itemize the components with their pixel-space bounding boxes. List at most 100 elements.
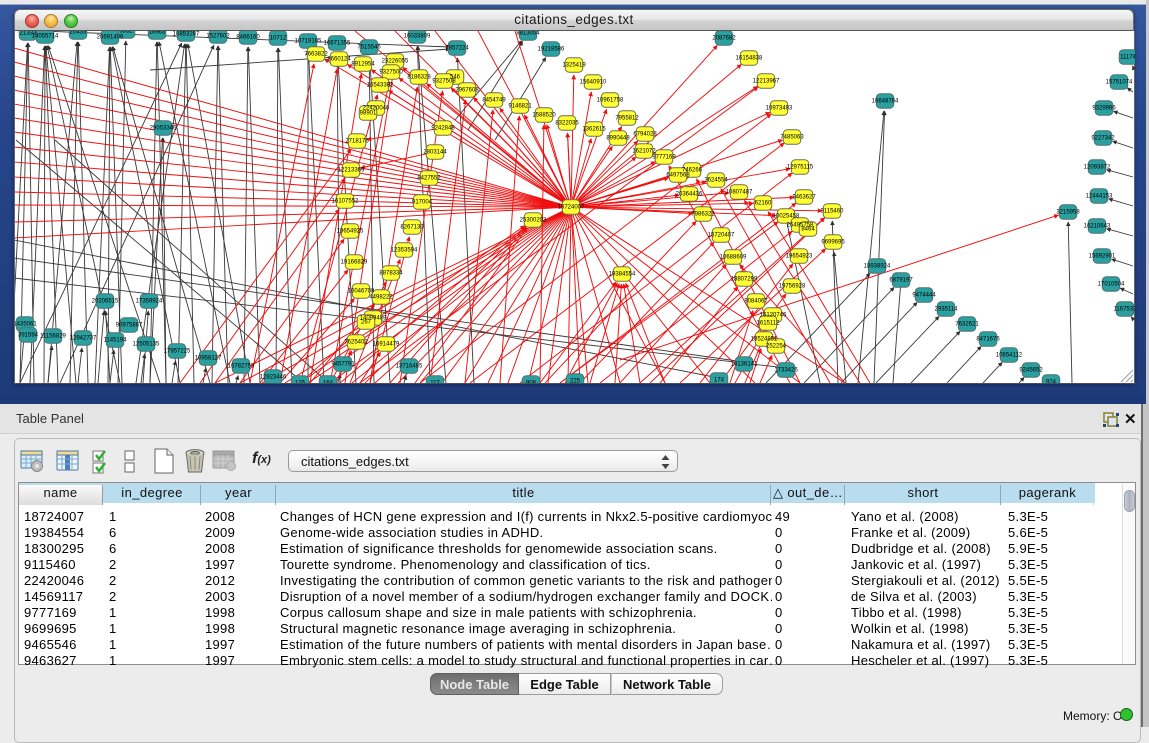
svg-text:7857224: 7857224	[445, 46, 469, 52]
svg-text:10654112: 10654112	[996, 353, 1023, 359]
svg-text:23226055: 23226055	[382, 59, 409, 65]
svg-text:8267130: 8267130	[400, 225, 424, 231]
svg-text:2967608: 2967608	[455, 88, 479, 94]
svg-text:20206515: 20206515	[92, 299, 119, 305]
svg-text:12975115: 12975115	[787, 165, 814, 171]
svg-text:12213369: 12213369	[338, 168, 365, 174]
svg-text:98901: 98901	[360, 111, 377, 117]
svg-text:9242848: 9242848	[431, 126, 455, 132]
svg-text:8990448: 8990448	[606, 136, 630, 142]
svg-text:20364436: 20364436	[676, 192, 703, 198]
svg-text:8322035: 8322035	[555, 121, 579, 127]
svg-text:16154838: 16154838	[736, 56, 763, 62]
svg-text:16963: 16963	[149, 31, 166, 36]
svg-text:8454749: 8454749	[482, 98, 506, 104]
svg-text:6497568: 6497568	[666, 173, 690, 179]
svg-text:12823446: 12823446	[260, 375, 287, 381]
svg-text:11174: 11174	[1120, 55, 1135, 61]
svg-text:29053346: 29053346	[150, 126, 177, 132]
svg-text:6794028: 6794028	[633, 132, 657, 138]
svg-text:15751074: 15751074	[1106, 80, 1133, 86]
svg-text:164: 164	[323, 381, 334, 384]
svg-text:9862: 9862	[119, 31, 133, 35]
svg-text:19384554: 19384554	[609, 272, 636, 278]
svg-text:16210643: 16210643	[1084, 224, 1111, 230]
svg-text:12444153: 12444153	[1086, 194, 1113, 200]
svg-text:9327500: 9327500	[379, 70, 403, 76]
svg-text:1167533: 1167533	[1114, 307, 1135, 313]
svg-text:14136141: 14136141	[731, 362, 758, 368]
svg-text:9463627: 9463627	[792, 195, 816, 201]
svg-text:2087682: 2087682	[712, 36, 736, 42]
svg-text:19654925: 19654925	[337, 229, 364, 235]
svg-text:9115460: 9115460	[821, 209, 845, 215]
svg-text:2718176: 2718176	[345, 139, 369, 145]
svg-text:1615112: 1615112	[757, 321, 781, 327]
svg-text:9457791: 9457791	[331, 362, 355, 368]
svg-text:908: 908	[526, 381, 537, 384]
svg-text:7515546: 7515546	[357, 45, 381, 51]
svg-text:25300203: 25300203	[520, 218, 547, 224]
svg-text:13716485: 13716485	[396, 364, 423, 370]
svg-text:16543382: 16543382	[367, 83, 394, 89]
svg-text:19654923: 19654923	[786, 254, 813, 260]
svg-text:7485063: 7485063	[780, 135, 804, 141]
svg-text:125: 125	[295, 381, 306, 384]
svg-text:18524851: 18524851	[751, 337, 778, 343]
svg-text:18807299: 18807299	[731, 277, 758, 283]
svg-text:8660124: 8660124	[327, 57, 351, 63]
svg-text:9699695: 9699695	[821, 240, 845, 246]
svg-text:1435061: 1435061	[15, 322, 37, 328]
svg-text:252254: 252254	[766, 344, 787, 350]
svg-text:15692901: 15692901	[1089, 254, 1116, 260]
svg-text:3624554: 3624554	[704, 178, 728, 184]
svg-text:20691406: 20691406	[97, 35, 124, 41]
svg-text:17010504: 17010504	[1098, 282, 1125, 288]
svg-text:2935114: 2935114	[935, 307, 959, 313]
svg-text:1362615: 1362615	[582, 127, 606, 133]
svg-text:10958127: 10958127	[195, 356, 222, 362]
svg-text:7625402: 7625402	[344, 340, 368, 346]
svg-text:16782759: 16782759	[228, 364, 255, 370]
svg-text:9329966: 9329966	[1092, 106, 1116, 112]
svg-text:15640910: 15640910	[580, 80, 607, 86]
svg-text:9777169: 9777169	[652, 155, 676, 161]
svg-text:15720407: 15720407	[708, 233, 735, 239]
svg-text:17359924: 17359924	[136, 299, 163, 305]
svg-text:1733426: 1733426	[774, 368, 798, 374]
svg-text:10688609: 10688609	[720, 255, 747, 261]
svg-text:10973493: 10973493	[766, 106, 793, 112]
svg-text:7955812: 7955812	[615, 116, 639, 122]
svg-text:9227342: 9227342	[1091, 136, 1115, 142]
svg-text:924: 924	[1046, 380, 1057, 384]
svg-text:8878334: 8878334	[379, 271, 403, 277]
svg-text:17957225: 17957225	[164, 349, 191, 355]
svg-text:917004: 917004	[412, 200, 433, 206]
svg-text:7986322: 7986322	[691, 212, 715, 218]
svg-text:9146821: 9146821	[508, 104, 532, 110]
svg-text:9245652: 9245652	[1019, 368, 1043, 374]
svg-text:8464: 8464	[801, 227, 815, 233]
svg-text:20433: 20433	[70, 31, 87, 36]
svg-text:16107552: 16107552	[332, 199, 359, 205]
svg-text:14055714: 14055714	[32, 34, 59, 40]
svg-text:9327508: 9327508	[432, 79, 456, 85]
svg-text:8813054: 8813054	[516, 31, 540, 37]
svg-text:11156829: 11156829	[40, 334, 66, 340]
svg-text:12213967: 12213967	[753, 79, 780, 85]
svg-text:10719185: 10719185	[295, 39, 322, 45]
svg-text:2803144: 2803144	[423, 150, 447, 156]
svg-text:12353594: 12353594	[391, 248, 418, 254]
svg-text:6879197: 6879197	[889, 278, 913, 284]
svg-text:1527602: 1527602	[206, 34, 230, 40]
svg-text:10853287: 10853287	[173, 32, 200, 38]
svg-text:225: 225	[570, 379, 581, 384]
svg-text:16648784: 16648784	[872, 99, 899, 105]
svg-text:3215958: 3215958	[1056, 210, 1080, 216]
svg-text:18724007: 18724007	[558, 205, 585, 211]
svg-text:16671355: 16671355	[324, 41, 351, 47]
svg-text:1145194: 1145194	[104, 338, 128, 344]
svg-text:12093872: 12093872	[1084, 165, 1111, 171]
svg-text:8912954: 8912954	[351, 62, 375, 68]
svg-text:90975887: 90975887	[116, 323, 143, 329]
